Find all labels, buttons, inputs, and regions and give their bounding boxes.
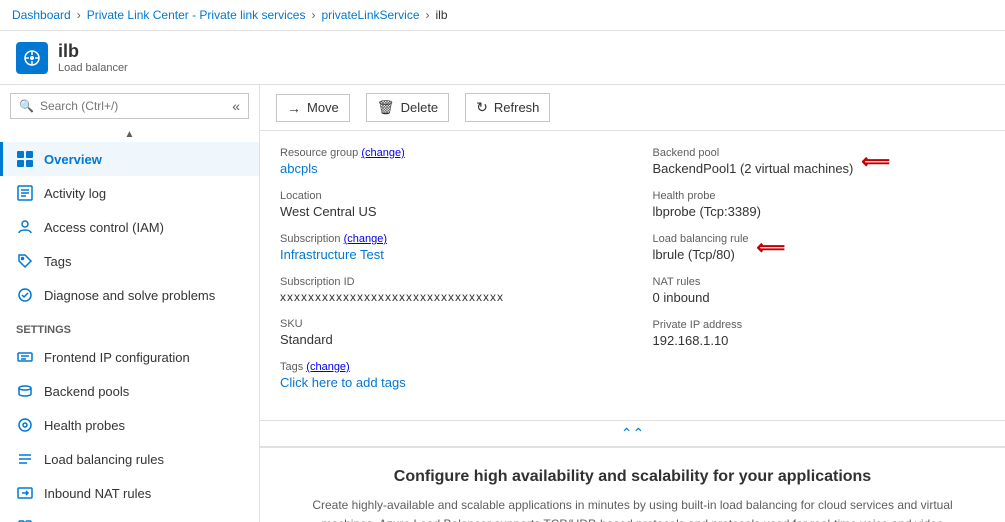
tags-label: Tags bbox=[44, 254, 71, 269]
overview-label: Overview bbox=[44, 152, 102, 167]
prop-lb-rule: Load balancing rule lbrule (Tcp/80) ⟸ bbox=[653, 233, 986, 262]
subscription-id-value: xxxxxxxxxxxxxxxxxxxxxxxxxxxxxxxx bbox=[280, 290, 613, 304]
resource-group-value-link[interactable]: abcpls bbox=[280, 161, 318, 176]
prop-private-ip: Private IP address 192.168.1.10 bbox=[653, 319, 986, 348]
backend-pools-icon bbox=[16, 382, 34, 400]
resource-group-change-link[interactable]: (change) bbox=[361, 147, 404, 159]
move-icon: → bbox=[287, 100, 301, 116]
breadcrumb-dashboard[interactable]: Dashboard bbox=[12, 8, 71, 22]
search-input[interactable] bbox=[40, 99, 232, 113]
backend-pool-arrow: ⟸ bbox=[861, 149, 890, 174]
tags-add-link[interactable]: Click here to add tags bbox=[280, 375, 406, 390]
sidebar-item-access-control[interactable]: Access control (IAM) bbox=[0, 210, 259, 244]
diagnose-label: Diagnose and solve problems bbox=[44, 288, 215, 303]
sidebar-item-activity-log[interactable]: Activity log bbox=[0, 176, 259, 210]
properties-section: Resource group (change) abcpls Location … bbox=[260, 131, 1005, 420]
nat-rules-icon bbox=[16, 484, 34, 502]
sidebar-item-diagnose[interactable]: Diagnose and solve problems bbox=[0, 278, 259, 312]
overview-icon bbox=[16, 150, 34, 168]
delete-button[interactable]: 🗑 Delete bbox=[366, 93, 449, 122]
subscription-value-link[interactable]: Infrastructure Test bbox=[280, 247, 384, 262]
resource-name: ilb bbox=[58, 41, 128, 62]
prop-tags: Tags (change) Click here to add tags bbox=[280, 361, 613, 390]
toolbar: → Move 🗑 Delete ↻ Refresh bbox=[260, 85, 1005, 131]
nat-rules-label: Inbound NAT rules bbox=[44, 486, 151, 501]
sidebar: 🔍 « Overview Activity log Access control… bbox=[0, 85, 260, 522]
frontend-ip-icon bbox=[16, 348, 34, 366]
bottom-banner: Configure high availability and scalabil… bbox=[260, 447, 1005, 522]
banner-description: Create highly-available and scalable app… bbox=[300, 496, 965, 522]
private-ip-value: 192.168.1.10 bbox=[653, 333, 986, 348]
access-control-icon bbox=[16, 218, 34, 236]
location-value: West Central US bbox=[280, 204, 613, 219]
prop-health-probe: Health probe lbprobe (Tcp:3389) bbox=[653, 190, 986, 219]
health-probes-icon bbox=[16, 416, 34, 434]
subscription-change-link[interactable]: (change) bbox=[344, 233, 387, 245]
refresh-button[interactable]: ↻ Refresh bbox=[465, 93, 550, 122]
search-box[interactable]: 🔍 « bbox=[10, 93, 249, 119]
prop-subscription: Subscription (change) Infrastructure Tes… bbox=[280, 233, 613, 262]
resource-type: Load balancer bbox=[58, 62, 128, 74]
prop-backend-pool: Backend pool BackendPool1 (2 virtual mac… bbox=[653, 147, 986, 176]
lb-rules-icon bbox=[16, 450, 34, 468]
delete-icon: 🗑 bbox=[377, 99, 395, 116]
refresh-icon: ↻ bbox=[476, 99, 488, 116]
health-probes-label: Health probes bbox=[44, 418, 125, 433]
search-icon: 🔍 bbox=[19, 99, 34, 113]
backend-pool-value: BackendPool1 (2 virtual machines) bbox=[653, 161, 854, 176]
sidebar-item-properties[interactable]: Properties bbox=[0, 510, 259, 522]
backend-pools-label: Backend pools bbox=[44, 384, 129, 399]
banner-title: Configure high availability and scalabil… bbox=[300, 468, 965, 486]
collapse-row[interactable]: ⌃⌃ bbox=[260, 420, 1005, 447]
lb-rule-value: lbrule (Tcp/80) bbox=[653, 247, 749, 262]
tags-change-link[interactable]: (change) bbox=[306, 361, 349, 373]
sidebar-item-lb-rules[interactable]: Load balancing rules bbox=[0, 442, 259, 476]
properties-right: Backend pool BackendPool1 (2 virtual mac… bbox=[633, 147, 986, 404]
prop-sku: SKU Standard bbox=[280, 318, 613, 347]
prop-nat-rules: NAT rules 0 inbound bbox=[653, 276, 986, 305]
access-control-label: Access control (IAM) bbox=[44, 220, 164, 235]
activity-log-icon bbox=[16, 184, 34, 202]
sku-value: Standard bbox=[280, 332, 613, 347]
activity-log-label: Activity log bbox=[44, 186, 106, 201]
sidebar-item-frontend-ip[interactable]: Frontend IP configuration bbox=[0, 340, 259, 374]
tags-icon bbox=[16, 252, 34, 270]
diagnose-icon bbox=[16, 286, 34, 304]
breadcrumb-private-link[interactable]: Private Link Center - Private link servi… bbox=[87, 8, 306, 22]
resource-header: ilb Load balancer bbox=[0, 31, 1005, 85]
scroll-indicator bbox=[0, 127, 259, 142]
banner-description-text: Create highly-available and scalable app… bbox=[312, 498, 952, 522]
collapse-sidebar-button[interactable]: « bbox=[232, 98, 240, 114]
breadcrumb-current: ilb bbox=[436, 8, 448, 22]
delete-label: Delete bbox=[401, 100, 439, 115]
move-button[interactable]: → Move bbox=[276, 94, 350, 122]
breadcrumb: Dashboard › Private Link Center - Privat… bbox=[0, 0, 1005, 31]
sidebar-item-nat-rules[interactable]: Inbound NAT rules bbox=[0, 476, 259, 510]
load-balancer-icon bbox=[22, 48, 42, 68]
resource-title-group: ilb Load balancer bbox=[58, 41, 128, 74]
sidebar-item-health-probes[interactable]: Health probes bbox=[0, 408, 259, 442]
prop-location: Location West Central US bbox=[280, 190, 613, 219]
frontend-ip-label: Frontend IP configuration bbox=[44, 350, 190, 365]
nat-rules-value: 0 inbound bbox=[653, 290, 986, 305]
prop-subscription-id: Subscription ID xxxxxxxxxxxxxxxxxxxxxxxx… bbox=[280, 276, 613, 304]
refresh-label: Refresh bbox=[494, 100, 540, 115]
health-probe-value: lbprobe (Tcp:3389) bbox=[653, 204, 986, 219]
main-layout: 🔍 « Overview Activity log Access control… bbox=[0, 85, 1005, 522]
sidebar-item-backend-pools[interactable]: Backend pools bbox=[0, 374, 259, 408]
lb-rule-arrow: ⟸ bbox=[757, 235, 786, 260]
properties-left: Resource group (change) abcpls Location … bbox=[280, 147, 633, 404]
sidebar-item-overview[interactable]: Overview bbox=[0, 142, 259, 176]
lb-rules-label: Load balancing rules bbox=[44, 452, 164, 467]
prop-resource-group: Resource group (change) abcpls bbox=[280, 147, 613, 176]
content-area: → Move 🗑 Delete ↻ Refresh Resource group… bbox=[260, 85, 1005, 522]
collapse-icon[interactable]: ⌃⌃ bbox=[621, 425, 644, 442]
sidebar-item-tags[interactable]: Tags bbox=[0, 244, 259, 278]
settings-section-label: Settings bbox=[0, 312, 259, 340]
resource-icon bbox=[16, 42, 48, 74]
move-label: Move bbox=[307, 100, 339, 115]
breadcrumb-service[interactable]: privateLinkService bbox=[321, 8, 419, 22]
